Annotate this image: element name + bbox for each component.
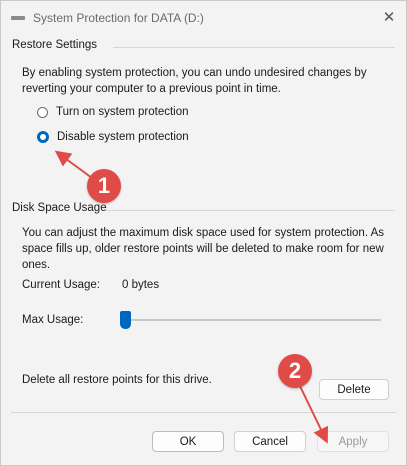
annotation-marker-1: 1: [87, 169, 121, 203]
arrow-2-icon: [298, 383, 328, 444]
arrow-1-icon: [54, 150, 93, 179]
annotation-marker-2: 2: [278, 354, 312, 388]
annotation-arrows: [54, 150, 328, 444]
